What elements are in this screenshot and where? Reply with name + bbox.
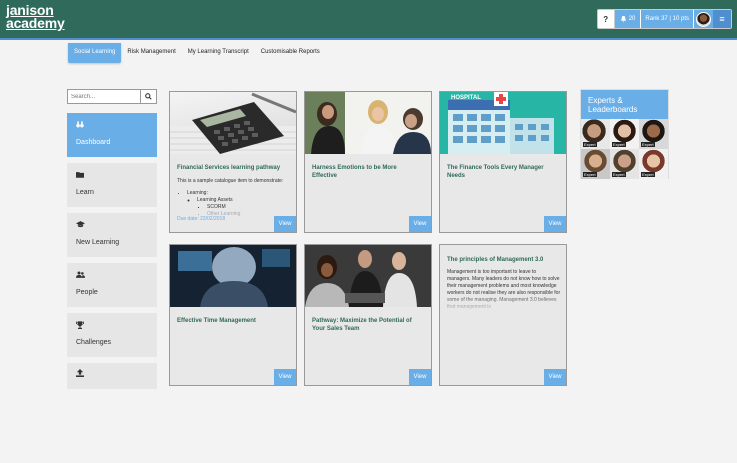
sidebar-item-new-learning[interactable]: New Learning	[67, 213, 157, 257]
binoculars-icon	[76, 121, 84, 130]
catalogue-card-sales-team[interactable]: Pathway: Maximize the Potential of Your …	[304, 244, 432, 386]
expert-avatar[interactable]: Expert	[639, 149, 668, 179]
hospital-illustration: HOSPITAL	[440, 92, 566, 154]
expert-avatar[interactable]: Expert	[581, 149, 610, 179]
sidebar-item-label: New Learning	[76, 239, 120, 246]
experts-title: Experts & Leaderboards	[581, 90, 668, 119]
sidebar-item-people[interactable]: People	[67, 263, 157, 307]
view-button[interactable]: View	[409, 369, 431, 385]
tab-risk-management[interactable]: Risk Management	[121, 43, 181, 63]
folder-icon	[76, 171, 84, 180]
notifications-button[interactable]: 20	[614, 10, 641, 28]
rank-display[interactable]: Rank 37 | 10 pts	[640, 10, 693, 28]
top-bar: janison academy ? 20 Rank 37 | 10 pts ≡	[0, 0, 737, 40]
sidebar-item-upload[interactable]	[67, 363, 157, 389]
users-icon	[76, 271, 85, 280]
trophy-icon	[75, 321, 85, 331]
card-title[interactable]: Harness Emotions to be More Effective	[312, 164, 422, 180]
surgeon-photo	[170, 245, 296, 307]
sidebar-item-challenges[interactable]: Challenges	[67, 313, 157, 357]
card-title[interactable]: Pathway: Maximize the Potential of Your …	[312, 317, 422, 333]
avatar	[696, 11, 711, 27]
search-box	[67, 89, 157, 104]
view-button[interactable]: View	[274, 216, 296, 232]
catalogue-card-harness-emotions[interactable]: Harness Emotions to be More Effective Vi…	[304, 91, 432, 233]
expert-tag: Expert	[612, 142, 626, 147]
expert-tag: Expert	[583, 172, 597, 177]
expert-avatar[interactable]: Expert	[610, 149, 639, 179]
search-button[interactable]	[140, 90, 156, 103]
user-toolbar: ? 20 Rank 37 | 10 pts ≡	[596, 9, 732, 29]
list-item-text: Learning:	[187, 190, 208, 196]
list-item-text: Learning Assets	[197, 197, 233, 203]
menu-button[interactable]: ≡	[713, 10, 731, 28]
view-button[interactable]: View	[409, 216, 431, 232]
sidebar-item-label: Learn	[76, 189, 94, 196]
graduation-cap-icon	[76, 221, 85, 230]
experts-leaderboards-panel[interactable]: Experts & Leaderboards Expert Expert Exp…	[580, 89, 669, 179]
expert-grid: Expert Expert Expert Expert Expert Exper…	[581, 119, 668, 179]
card-description: This is a sample catalogue item to demon…	[177, 178, 291, 218]
card-list: Learning: Learning Assets SCORM Other Le…	[177, 190, 291, 218]
list-item: SCORM	[207, 204, 291, 211]
tab-my-learning-transcript[interactable]: My Learning Transcript	[182, 43, 255, 63]
help-button[interactable]: ?	[598, 10, 615, 28]
expert-tag: Expert	[641, 172, 655, 177]
catalogue-card-financial-services[interactable]: Financial Services learning pathway This…	[169, 91, 297, 233]
card-title[interactable]: The principles of Management 3.0	[447, 256, 557, 264]
hospital-sign: HOSPITAL	[451, 95, 481, 101]
tab-social-learning[interactable]: Social Learning	[68, 43, 122, 63]
card-title[interactable]: Effective Time Management	[177, 317, 287, 325]
text-fade	[440, 293, 566, 313]
card-intro: This is a sample catalogue item to demon…	[177, 178, 284, 184]
view-button[interactable]: View	[544, 216, 566, 232]
expert-avatar[interactable]: Expert	[581, 119, 610, 149]
card-title[interactable]: Financial Services learning pathway	[177, 164, 287, 172]
sales-team-photo	[305, 245, 431, 307]
catalogue-card-management-3[interactable]: The principles of Management 3.0 Managem…	[439, 244, 567, 386]
notification-count: 20	[628, 16, 636, 22]
sub-navigation: Social Learning Risk Management My Learn…	[68, 43, 326, 63]
list-item-text: SCORM	[207, 204, 226, 210]
search-input[interactable]	[68, 90, 140, 103]
expert-tag: Expert	[583, 142, 597, 147]
expert-avatar[interactable]: Expert	[639, 119, 668, 149]
search-icon	[145, 93, 152, 100]
meeting-photo	[305, 92, 431, 154]
sidebar-item-dashboard[interactable]: Dashboard	[67, 113, 157, 157]
list-item: Learning: Learning Assets SCORM Other Le…	[187, 190, 291, 218]
due-date: Due date: 22/02/2018	[177, 216, 226, 222]
sidebar-item-label: Challenges	[76, 339, 112, 346]
profile-button[interactable]	[693, 10, 713, 28]
view-button[interactable]: View	[274, 369, 296, 385]
list-item: Learning Assets SCORM Other Learning	[197, 197, 291, 218]
upload-icon	[76, 369, 84, 379]
expert-tag: Expert	[641, 142, 655, 147]
bell-icon	[620, 15, 626, 23]
sidebar-item-label: People	[76, 289, 98, 296]
sidebar-item-label: Dashboard	[76, 139, 111, 146]
janison-logo[interactable]: janison academy	[6, 3, 65, 31]
sidebar-item-learn[interactable]: Learn	[67, 163, 157, 207]
expert-avatar[interactable]: Expert	[610, 119, 639, 149]
view-button[interactable]: View	[544, 369, 566, 385]
card-title[interactable]: The Finance Tools Every Manager Needs	[447, 164, 557, 180]
catalogue-card-finance-tools[interactable]: HOSPITAL The Finance Tools Every Manager…	[439, 91, 567, 233]
catalogue-card-time-management[interactable]: Effective Time Management View	[169, 244, 297, 386]
logo-line-2: academy	[6, 15, 65, 31]
calculator-image	[170, 92, 296, 154]
tab-customisable-reports[interactable]: Customisable Reports	[255, 43, 326, 63]
expert-tag: Expert	[612, 172, 626, 177]
